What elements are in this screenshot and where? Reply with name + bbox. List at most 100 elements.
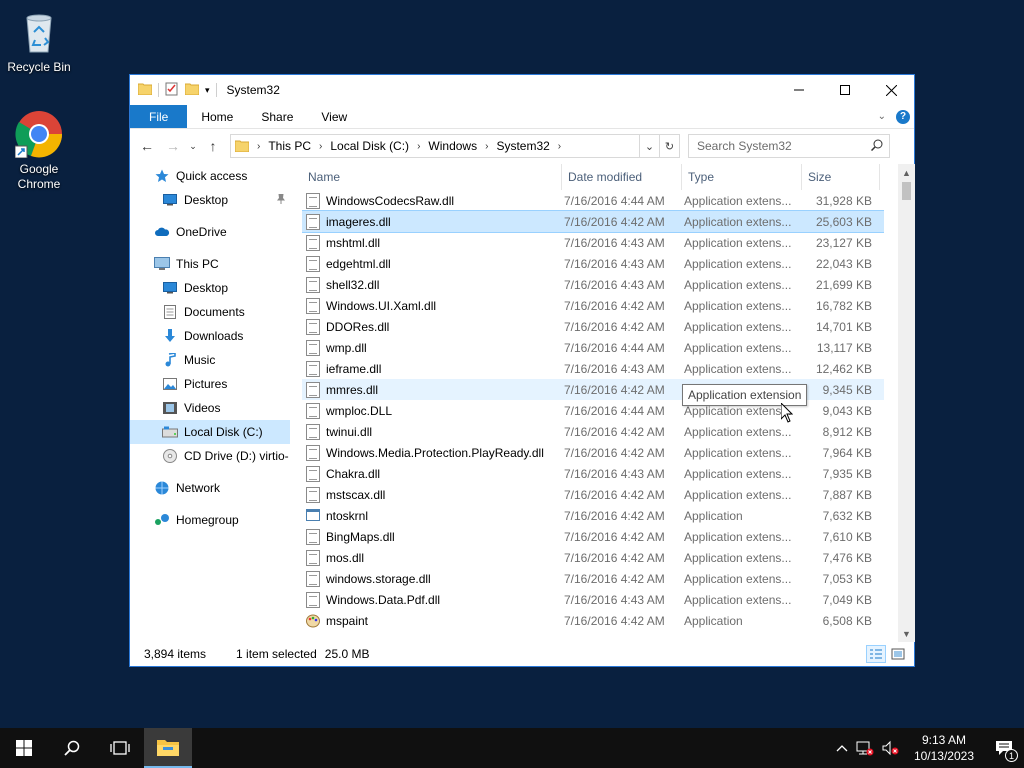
column-size[interactable]: Size <box>802 164 880 190</box>
nav-item-music[interactable]: Music <box>130 348 290 372</box>
file-date: 7/16/2016 4:43 AM <box>564 466 665 481</box>
task-view-button[interactable] <box>96 728 144 768</box>
item-count: 3,894 items <box>144 647 207 661</box>
chrome-shortcut[interactable]: Google Chrome <box>1 110 77 192</box>
file-name-cell: ntoskrnl <box>302 508 558 523</box>
recycle-bin-shortcut[interactable]: Recycle Bin <box>1 8 77 75</box>
file-row[interactable]: ieframe.dll 7/16/2016 4:43 AM Application … <box>302 358 884 379</box>
nav-item-downloads[interactable]: Downloads <box>130 324 290 348</box>
file-name-cell: Chakra.dll <box>302 465 558 482</box>
help-icon[interactable]: ? <box>896 109 910 124</box>
nav-item-quick-access[interactable]: Quick access <box>130 164 290 188</box>
new-folder-icon[interactable] <box>184 83 200 98</box>
expand-ribbon-icon[interactable]: ⌄ <box>878 111 886 122</box>
file-row[interactable]: mshtml.dll 7/16/2016 4:43 AM Application e… <box>302 232 884 253</box>
file-row[interactable]: mos.dll 7/16/2016 4:42 AM Application exte… <box>302 547 884 568</box>
nav-item-pictures[interactable]: Pictures <box>130 372 290 396</box>
file-row[interactable]: BingMaps.dll 7/16/2016 4:42 AM Application… <box>302 526 884 547</box>
desktop-icon <box>162 192 178 208</box>
file-name: ieframe.dll <box>326 361 382 376</box>
close-button[interactable] <box>868 75 914 105</box>
file-row[interactable]: edgehtml.dll 7/16/2016 4:43 AM Application… <box>302 253 884 274</box>
title-bar[interactable]: ▾ System32 <box>130 75 914 105</box>
breadcrumb-system32[interactable]: System32 › <box>496 139 569 153</box>
file-date: 7/16/2016 4:44 AM <box>564 403 665 418</box>
dll-file-icon <box>306 360 320 377</box>
file-size: 9,345 KB <box>822 382 872 397</box>
file-type: Application extens... <box>684 592 792 607</box>
start-button[interactable] <box>0 728 48 768</box>
details-view-icon[interactable] <box>866 645 886 663</box>
up-button[interactable]: ↑ <box>200 134 226 158</box>
search-button[interactable] <box>48 728 96 768</box>
column-date-modified[interactable]: Date modified <box>562 164 682 190</box>
file-explorer-taskbar-button[interactable] <box>144 728 192 768</box>
back-button[interactable]: ← <box>134 134 160 158</box>
minimize-button[interactable] <box>776 75 822 105</box>
column-type[interactable]: Type <box>682 164 802 190</box>
file-date: 7/16/2016 4:43 AM <box>564 277 665 292</box>
file-row[interactable]: DDORes.dll 7/16/2016 4:42 AM Application e… <box>302 316 884 337</box>
volume-muted-icon[interactable] <box>878 740 904 756</box>
breadcrumb-windows[interactable]: Windows › <box>428 139 496 153</box>
customize-toolbar-icon[interactable]: ▾ <box>205 85 210 96</box>
nav-item-desktop[interactable]: Desktop <box>130 188 290 212</box>
nav-item-onedrive[interactable]: OneDrive <box>130 220 290 244</box>
tab-view[interactable]: View <box>307 105 361 128</box>
file-row[interactable]: Windows.Media.Protection.PlayReady.dll 7/… <box>302 442 884 463</box>
file-name-cell: imageres.dll <box>302 213 558 230</box>
vertical-scrollbar[interactable]: ▲ ▼ <box>898 164 915 642</box>
file-name: ntoskrnl <box>326 508 369 523</box>
file-name-cell: windows.storage.dll <box>302 570 558 587</box>
network-status-icon[interactable] <box>852 740 878 756</box>
dll-file-icon <box>306 423 320 440</box>
file-row[interactable]: Windows.UI.Xaml.dll 7/16/2016 4:42 AM Appl… <box>302 295 884 316</box>
nav-item-videos[interactable]: Videos <box>130 396 290 420</box>
action-center-button[interactable]: 1 <box>984 728 1024 768</box>
breadcrumb-this-pc[interactable]: This PC › <box>268 139 330 153</box>
file-row[interactable]: wmp.dll 7/16/2016 4:44 AM Application exte… <box>302 337 884 358</box>
clock[interactable]: 9:13 AM 10/13/2023 <box>904 732 984 764</box>
file-row[interactable]: WindowsCodecsRaw.dll 7/16/2016 4:44 AM App… <box>302 190 884 211</box>
scroll-up-icon[interactable]: ▲ <box>898 164 915 181</box>
show-hidden-icons-chevron-icon[interactable] <box>832 744 852 752</box>
file-row[interactable]: ntoskrnl 7/16/2016 4:42 AM Application 7,63… <box>302 505 884 526</box>
address-dropdown-button[interactable]: ⌄ <box>639 135 659 157</box>
nav-item-network[interactable]: Network <box>130 476 290 500</box>
file-row[interactable]: windows.storage.dll 7/16/2016 4:42 AM Appl… <box>302 568 884 589</box>
nav-item-cd-drive-d-virtio[interactable]: CD Drive (D:) virtio- <box>130 444 290 468</box>
file-size: 7,935 KB <box>822 466 872 481</box>
file-row[interactable]: mspaint 7/16/2016 4:42 AM Application 6,508… <box>302 610 884 631</box>
refresh-button[interactable]: ↻ <box>659 135 679 157</box>
file-row[interactable]: Windows.Data.Pdf.dll 7/16/2016 4:43 AM App… <box>302 589 884 610</box>
nav-item-desktop[interactable]: Desktop <box>130 276 290 300</box>
file-size: 7,632 KB <box>822 508 872 523</box>
large-icons-view-icon[interactable] <box>888 645 908 663</box>
file-row[interactable]: twinui.dll 7/16/2016 4:42 AM Application e… <box>302 421 884 442</box>
tab-file[interactable]: File <box>130 105 188 128</box>
nav-item-local-disk-c[interactable]: Local Disk (C:) <box>130 420 290 444</box>
tab-share[interactable]: Share <box>247 105 307 128</box>
nav-item-documents[interactable]: Documents <box>130 300 290 324</box>
file-size: 7,476 KB <box>822 550 872 565</box>
column-name[interactable]: Name <box>302 164 562 190</box>
recent-locations-button[interactable]: ⌄ <box>186 134 200 158</box>
search-input[interactable]: Search System32 <box>688 134 890 158</box>
selection-count: 1 item selected <box>236 647 317 661</box>
pictures-icon <box>162 376 178 392</box>
forward-button[interactable]: → <box>160 134 186 158</box>
file-row[interactable]: Chakra.dll 7/16/2016 4:43 AM Application e… <box>302 463 884 484</box>
scrollbar-thumb[interactable] <box>902 182 911 200</box>
file-row[interactable]: mstscax.dll 7/16/2016 4:42 AM Application … <box>302 484 884 505</box>
file-row[interactable]: imageres.dll 7/16/2016 4:42 AM Application… <box>302 210 884 233</box>
nav-item-this-pc[interactable]: This PC <box>130 252 290 276</box>
file-row[interactable]: shell32.dll 7/16/2016 4:43 AM Application … <box>302 274 884 295</box>
nav-item-homegroup[interactable]: Homegroup <box>130 508 290 532</box>
address-bar[interactable]: › This PC › Local Disk (C:) › Windows › Sys… <box>230 134 680 158</box>
tab-home[interactable]: Home <box>187 105 247 128</box>
file-type: Application extens... <box>684 214 792 229</box>
breadcrumb-local-disk[interactable]: Local Disk (C:) › <box>330 139 428 153</box>
properties-icon[interactable] <box>165 82 179 99</box>
maximize-button[interactable] <box>822 75 868 105</box>
scroll-down-icon[interactable]: ▼ <box>898 625 915 642</box>
